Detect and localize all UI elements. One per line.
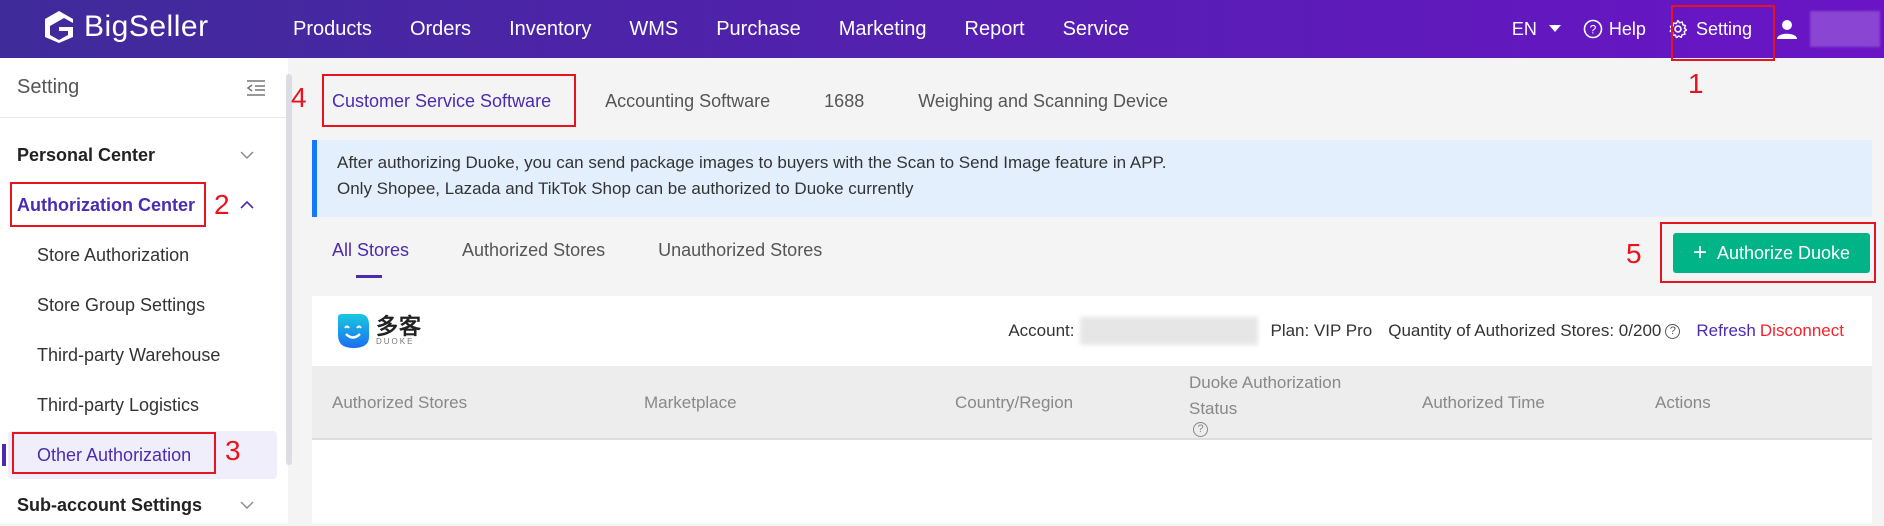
nav-marketing[interactable]: Marketing bbox=[839, 18, 927, 41]
info-banner: After authorizing Duoke, you can send pa… bbox=[312, 140, 1872, 217]
status-help-icon[interactable]: ? bbox=[1193, 421, 1208, 437]
tab-1688[interactable]: 1688 bbox=[824, 91, 864, 112]
bigseller-logo[interactable]: BigSeller bbox=[42, 9, 209, 45]
brand-name: BigSeller bbox=[84, 10, 209, 43]
sidebar-scrollbar[interactable] bbox=[286, 74, 292, 465]
store-filter-tabs: All Stores Authorized Stores Unauthorize… bbox=[332, 240, 875, 261]
col-authorized-stores: Authorized Stores bbox=[332, 393, 468, 412]
nav-orders[interactable]: Orders bbox=[410, 18, 471, 41]
table-header: Authorized Stores Marketplace Country/Re… bbox=[312, 366, 1872, 440]
chevron-up-icon bbox=[240, 201, 254, 209]
bigseller-logo-icon bbox=[45, 11, 73, 43]
nav-products[interactable]: Products bbox=[293, 18, 372, 41]
col-marketplace: Marketplace bbox=[644, 393, 737, 412]
duoke-account-card: 多客 DUOKE Account: Plan: VIP Pro Quantity… bbox=[312, 296, 1872, 523]
help-link[interactable]: ? Help bbox=[1583, 19, 1646, 40]
duoke-logo: 多客 DUOKE bbox=[336, 313, 422, 349]
annotation-number-5: 5 bbox=[1626, 238, 1642, 269]
nav-service[interactable]: Service bbox=[1063, 18, 1130, 41]
caret-down-icon bbox=[1548, 25, 1561, 32]
help-label: Help bbox=[1608, 18, 1646, 39]
col-authorized-time: Authorized Time bbox=[1422, 393, 1545, 412]
duoke-face-icon bbox=[338, 314, 369, 348]
collapse-sidebar-icon[interactable] bbox=[246, 79, 266, 96]
language-label: EN bbox=[1511, 18, 1537, 39]
annotation-number-4: 4 bbox=[291, 82, 307, 113]
active-indicator bbox=[2, 444, 6, 466]
language-selector[interactable]: EN bbox=[1512, 19, 1561, 40]
annotation-number-3: 3 bbox=[225, 435, 241, 466]
sidebar-item-third-party-warehouse[interactable]: Third-party Warehouse bbox=[0, 334, 278, 376]
svg-text:?: ? bbox=[1590, 23, 1597, 37]
info-line-2: Only Shopee, Lazada and TikTok Shop can … bbox=[337, 179, 914, 198]
username-redacted bbox=[1810, 11, 1880, 47]
nav-wms[interactable]: WMS bbox=[629, 18, 678, 41]
active-tab-underline bbox=[356, 275, 382, 278]
sidebar-title: Setting bbox=[17, 76, 80, 98]
nav-inventory[interactable]: Inventory bbox=[509, 18, 591, 41]
account-label: Account: bbox=[1008, 321, 1075, 340]
question-icon[interactable]: ? bbox=[1665, 323, 1681, 339]
authorized-quantity: Quantity of Authorized Stores: 0/200 bbox=[1388, 321, 1662, 340]
col-country-region: Country/Region bbox=[955, 393, 1074, 412]
main-nav: Products Orders Inventory WMS Purchase M… bbox=[274, 0, 1148, 58]
tab-weighing-scanning-device[interactable]: Weighing and Scanning Device bbox=[918, 91, 1168, 112]
tab-authorized-stores[interactable]: Authorized Stores bbox=[462, 240, 605, 261]
annotation-number-2: 2 bbox=[214, 189, 230, 220]
annotation-box-1 bbox=[1671, 5, 1775, 61]
help-icon: ? bbox=[1583, 19, 1603, 39]
tab-unauthorized-stores[interactable]: Unauthorized Stores bbox=[658, 240, 822, 261]
plan-info: Plan: VIP Pro bbox=[1270, 321, 1373, 340]
annotation-box-2 bbox=[10, 182, 206, 227]
refresh-link[interactable]: Refresh bbox=[1696, 321, 1756, 341]
chevron-down-icon bbox=[240, 501, 254, 509]
tab-all-stores[interactable]: All Stores bbox=[332, 240, 409, 261]
chevron-down-icon bbox=[240, 151, 254, 159]
disconnect-link[interactable]: Disconnect bbox=[1760, 321, 1844, 341]
annotation-box-5 bbox=[1660, 222, 1876, 283]
sidebar-item-store-authorization[interactable]: Store Authorization bbox=[0, 234, 278, 276]
user-menu[interactable] bbox=[1776, 11, 1884, 47]
duoke-logo-en: DUOKE bbox=[376, 337, 415, 346]
annotation-box-4 bbox=[322, 74, 576, 127]
user-icon bbox=[1777, 20, 1797, 39]
main-content: Customer Service Software Accounting Sof… bbox=[312, 58, 1884, 523]
annotation-box-3 bbox=[12, 432, 216, 474]
sidebar-item-third-party-logistics[interactable]: Third-party Logistics bbox=[0, 384, 278, 426]
col-actions: Actions bbox=[1655, 393, 1711, 412]
duoke-logo-cn: 多客 bbox=[376, 314, 423, 339]
top-nav-bar: BigSeller Products Orders Inventory WMS … bbox=[0, 0, 1884, 58]
sidebar-item-store-group-settings[interactable]: Store Group Settings bbox=[0, 284, 278, 326]
nav-purchase[interactable]: Purchase bbox=[716, 18, 801, 41]
nav-report[interactable]: Report bbox=[965, 18, 1025, 41]
account-value-redacted bbox=[1080, 317, 1259, 345]
col-duoke-authorization-status: Duoke Authorization Status ? bbox=[1189, 372, 1342, 437]
info-line-1: After authorizing Duoke, you can send pa… bbox=[337, 153, 1167, 172]
sidebar-item-sub-account-settings[interactable]: Sub-account Settings bbox=[0, 484, 278, 526]
tab-accounting-software[interactable]: Accounting Software bbox=[605, 91, 770, 112]
annotation-number-1: 1 bbox=[1688, 68, 1704, 99]
sidebar-item-personal-center[interactable]: Personal Center bbox=[0, 134, 278, 176]
